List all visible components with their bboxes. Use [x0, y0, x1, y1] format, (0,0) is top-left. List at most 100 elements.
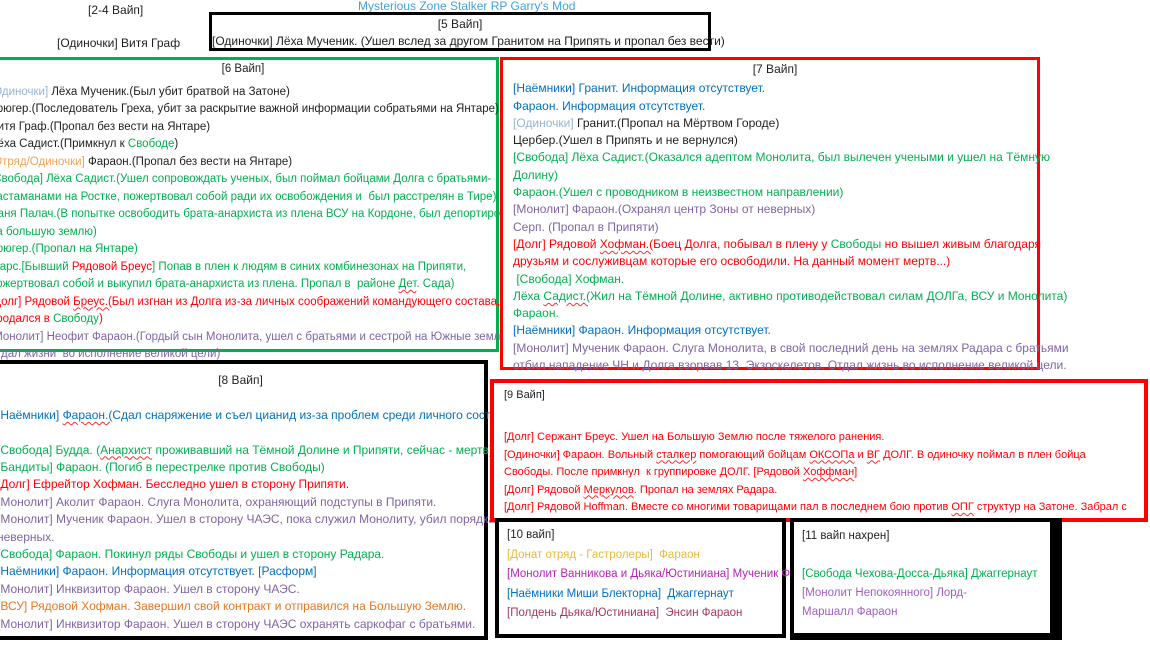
entry-line [0, 389, 484, 406]
entry-line: [Монолит] Инквизитор Фараон. Ушел в стор… [0, 616, 484, 633]
wipe-box-8: [8 Вайп] [Наёмники] Фараон.(Сдал снаряже… [0, 360, 488, 640]
entry-line: [Свобода] Фараон. Покинул ряды Свободы и… [0, 546, 484, 563]
entry-line: [Долг] Рядовой Бреус.(Был изгнан из Долг… [0, 294, 496, 312]
entry-segment: Ваня Палач.(В попытке освободить брата-а… [0, 208, 519, 220]
entry-line: друзьям и сослуживцам которые его освобо… [513, 253, 1037, 270]
entry-segment: Свободы [831, 237, 882, 251]
entry-segment: ДОЛГ. В одиночку поймал в плен бойца [880, 449, 1086, 461]
entry-line: [Монолит] Мученик Фараон. Ушел в сторону… [0, 511, 484, 528]
entry-segment: сталкер [656, 449, 696, 461]
entry-line: Лёха Садист.(Жил на Тёмной Долине, актив… [513, 288, 1037, 305]
entry-line: [Долг] Рядовой Хофман.(Боец Долга, побыв… [513, 236, 1037, 253]
entry-segment: [Свобода] Фараон. Покинул ряды Свободы и… [0, 547, 384, 561]
entry-line: [Наёмники] Фараон. Информация отсутствуе… [0, 563, 484, 580]
entry-line: [Бандиты] Фараон. (Погиб в перестрелке п… [0, 459, 484, 476]
entry-line: [Свобода] Будда. (Анархист проживавший н… [0, 442, 484, 459]
entry-segment: [Одиночки] [513, 116, 574, 130]
entry-line: отбил нападение ЧН и Долга взорвав 13 Эк… [513, 357, 1037, 374]
entry-segment: [Отряд/Одиночки] [0, 156, 85, 168]
entry-line: [Наёмники] Фараон. Информация отсутствуе… [513, 322, 1037, 339]
entry-segment: пожертвовал собой и выкупил брата-анархи… [0, 278, 399, 290]
entry-segment: [Одиночки] Фараон. Вольный [504, 449, 656, 461]
entry-segment: Хоффман [803, 466, 854, 478]
entry-segment: отбил нападение ЧН и Долга взорвав 13 Эк… [513, 358, 1067, 372]
entry-segment: Боец Долга, побывал в плену у [653, 237, 831, 251]
entry-line: [Свобода] Хофман. [513, 271, 1037, 288]
entry-segment: помогающий бойцам [696, 449, 809, 461]
entry-segment: [Долг] Рядовой [504, 484, 584, 496]
entry-segment: [Монолит] Неофит Фараон.(Гордый сын Моно… [0, 331, 510, 343]
entry-line: Крюгер.(Пропал на Янтаре) [0, 241, 496, 259]
entry-segment: Бреус.( [73, 296, 112, 308]
entry-segment: [Монолит] Инквизитор Фараон. Ушел в стор… [0, 617, 475, 631]
entry-line: [Свобода Чехова-Досса-Дьяка] Джаггернаут [802, 565, 1050, 584]
entry-line: Марс.[Бывший Рядовой Бреус] Попав в плен… [0, 259, 496, 277]
entry-segment: Анархист [100, 443, 152, 457]
wipe-box-9-label: [9 Вайп] [504, 387, 1144, 405]
entry-line: [Донат отряд - Гастролеры] Фараон [507, 546, 782, 566]
entry-segment: Витя Граф.(Пропал без вести на Янтаре) [0, 121, 210, 133]
wipe-box-5-label: [5 Вайп] [212, 16, 708, 33]
wipe-box-7: [7 Вайп] [Наёмники] Гранит. Информация от… [500, 57, 1040, 370]
entry-segment: Садист.( [543, 289, 590, 303]
entry-segment: [Полдень Дьяка/Юстиниана] Энсин Фараон [507, 607, 742, 619]
entry-line: Маршалл Фараон [802, 603, 1050, 622]
wipe-2-4-entry-vitya-graf: [Одиночки] Витя Граф [57, 36, 180, 50]
entry-line: Цербер.(Ушел в Припять и не вернулся) [513, 132, 1037, 149]
entry-segment: ОКСОПа [809, 449, 854, 461]
entry-segment: [Долг] Рядовой [513, 237, 600, 251]
entry-segment: Марс.[Бывший [0, 261, 72, 273]
entry-line: Лёха Садист.(Примкнул к Свободе) [0, 136, 496, 154]
entry-segment: . Пропал на землях Радара. [634, 484, 778, 496]
entry-line: Серп. (Пропал в Припяти) [513, 219, 1037, 236]
entry-segment: но вышел живым благодаря [881, 237, 1041, 251]
entry-line: [Долг] Рядовой Меркулов. Пропал на земля… [504, 482, 1144, 500]
entry-line: [Одиночки] Лёха Мученик. (Ушел вслед за … [212, 33, 708, 50]
wipe-box-6: [6 Вайп][Одиночки] Лёха Мученик.(Был уби… [0, 57, 499, 352]
entry-segment: [Монолит] Фараон.(Охранял центр Зоны от … [513, 202, 815, 216]
entry-line: Крюгер.(Последователь Греха, убит за рас… [0, 101, 496, 119]
entry-segment: . Сада) [416, 278, 454, 290]
wipe-box-5: [5 Вайп][Одиночки] Лёха Мученик. (Ушел в… [209, 12, 711, 51]
entry-line: [Наёмники] Гранит. Информация отсутствуе… [513, 80, 1037, 97]
entry-segment: [Наёмники] Фараон. Информация отсутствуе… [0, 564, 317, 578]
entry-line: [Монолит Ванникова и Дьяка/Юстиниана] Му… [507, 565, 782, 585]
entry-segment: Фараон. [513, 306, 559, 320]
entry-line: Фараон. [513, 305, 1037, 322]
entry-segment: ВГ [867, 449, 880, 461]
entry-segment: [Долг] Ефрейтор Хофман. Бесследно ушел в… [0, 477, 349, 491]
entry-line: Витя Граф.(Пропал без вести на Янтаре) [0, 119, 496, 137]
entry-segment: [Монолит] Мученик Фараон. Ушел в сторону… [0, 512, 525, 526]
entry-segment: [Долг] Сержант Бреус. Ушел на Большую Зе… [504, 431, 884, 443]
entry-segment: Фараон.(Ушел с проводником в неизвестном… [513, 185, 843, 199]
entry-segment: проживавший на Тёмной Долине и Припяти, … [152, 443, 493, 457]
wipe-2-4-label: [2-4 Вайп] [88, 3, 143, 17]
entry-segment: Фараон.(Пропал без вести на Янтаре) [85, 156, 292, 168]
entry-segment: Был изгнан из Долга из-за личных соображ… [112, 296, 500, 308]
entry-line: [Долг] Рядовой Hoffman. Вместе со многим… [504, 499, 1144, 517]
entry-line: [Одиночки] Фараон. Вольный сталкер помог… [504, 447, 1144, 465]
entry-segment: ) [99, 313, 103, 325]
entry-line: Свободы. После примкнул к группировке ДО… [504, 464, 1144, 482]
entry-segment: [Свобода] Хофман. [513, 272, 624, 286]
entry-line: растаманами на Ростке, пожертвовал собой… [0, 189, 496, 207]
wipe-box-8-label: [8 Вайп] [0, 372, 484, 389]
wipe-box-7-label: [7 Вайп] [513, 61, 1037, 78]
entry-segment: [Наёмники] Фараон. Информация отсутствуе… [513, 323, 771, 337]
wipe-box-10: [10 вайп][Донат отряд - Гастролеры] Фара… [495, 518, 786, 638]
entry-line: [Монолит Непокоянного] Лорд- [802, 584, 1050, 603]
entry-segment: [Одиночки] [0, 86, 48, 98]
entry-line: [Полдень Дьяка/Юстиниана] Энсин Фараон [507, 604, 782, 624]
entry-segment: [ВСУ] Рядовой Хофман. Завершил свой конт… [0, 599, 466, 613]
entry-line: [Монолит] Фараон.(Охранял центр Зоны от … [513, 201, 1037, 218]
entry-segment: Гранит.(Пропал на Мёртвом Городе) [574, 116, 780, 130]
entry-segment: [Бандиты] Фараон. (Погиб в перестрелке п… [0, 460, 325, 474]
entry-segment: ] [854, 466, 857, 478]
entry-segment: ] Попав в плен к людям в синих комбинезо… [152, 261, 466, 273]
wipe-box-9: [9 Вайп] [Долг] Сержант Бреус. Ушел на Б… [490, 379, 1148, 522]
entry-segment: [Долг] Рядовой [0, 296, 73, 308]
entry-segment: ОПГ [951, 501, 973, 513]
entry-line: [Свобода] Лёха Садист.(Оказался адептом … [513, 149, 1037, 166]
entry-line: пожертвовал собой и выкупил брата-анархи… [0, 276, 496, 294]
entry-segment: Сдал снаряжение и съел цианид из-за проб… [112, 408, 514, 422]
